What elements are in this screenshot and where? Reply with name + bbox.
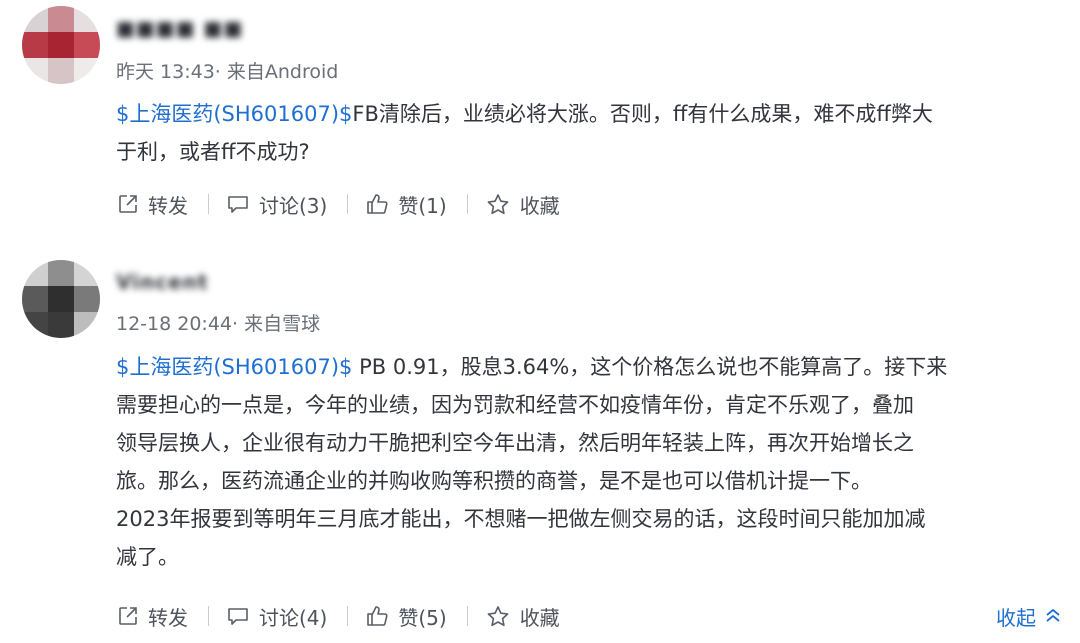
divider (208, 194, 209, 214)
author-name[interactable]: Vincent ■■■■■ing (116, 270, 336, 292)
like-button[interactable]: 赞(1) (366, 190, 447, 219)
like-label: 赞(1) (398, 193, 447, 218)
divider (347, 606, 349, 626)
body-line: PB 0.91，股息3.64%，这个价格怎么说也不能算高了。接下来 (352, 355, 948, 379)
body-line: 2023年报要到等明年三月底才能出，不想赌一把做左侧交易的话，这段时间只能加加减 (116, 507, 926, 531)
discuss-button[interactable]: 讨论(3) (227, 190, 327, 219)
star-icon (486, 193, 510, 215)
body-line: 需要担心的一点是，今年的业绩，因为罚款和经营不如疫情年份，肯定不乐观了，叠加 (116, 393, 914, 417)
forward-icon (118, 194, 138, 214)
post-1: ■■■■ ■■ ■ 4X 昨天 13:43· 来自Android $上海医药(S… (0, 0, 1080, 240)
discuss-label: 讨论(4) (259, 605, 328, 630)
action-bar: 转发 讨论(4) 赞(5) 收藏 (118, 599, 560, 633)
stock-link[interactable]: $上海医药(SH601607)$ (116, 355, 352, 379)
post-meta: 昨天 13:43· 来自Android (116, 61, 339, 83)
collapse-button[interactable]: 收起 (996, 602, 1062, 631)
forward-button[interactable]: 转发 (118, 602, 188, 631)
divider (208, 606, 209, 626)
divider (466, 194, 468, 214)
thumbs-up-icon (366, 605, 388, 627)
forward-button[interactable]: 转发 (118, 190, 188, 219)
divider (466, 606, 468, 626)
favorite-button[interactable]: 收藏 (486, 602, 560, 631)
stock-link[interactable]: $上海医药(SH601607)$ (116, 102, 352, 126)
forward-label: 转发 (148, 605, 188, 630)
body-line: 于利，或者ff不成功? (116, 140, 310, 164)
avatar[interactable] (22, 6, 100, 84)
post-meta: 12-18 20:44· 来自雪球 (116, 313, 321, 335)
forward-label: 转发 (148, 193, 188, 218)
body-line: FB清除后，业绩必将大涨。否则，ff有什么成果，难不成ff弊大 (352, 102, 933, 126)
like-button[interactable]: 赞(5) (366, 602, 447, 631)
thumbs-up-icon (366, 193, 388, 215)
discuss-button[interactable]: 讨论(4) (227, 602, 327, 631)
action-bar: 转发 讨论(3) 赞(1) 收藏 (118, 187, 560, 221)
favorite-label: 收藏 (519, 605, 560, 630)
favorite-button[interactable]: 收藏 (486, 190, 560, 219)
body-line: 旅。那么，医药流通企业的并购收购等积攒的商誉，是不是也可以借机计提一下。 (116, 469, 872, 493)
body-line: 减了。 (116, 545, 179, 569)
comment-icon (227, 194, 249, 214)
star-icon (486, 605, 510, 627)
divider (347, 194, 349, 214)
chevron-up-icon (1044, 605, 1062, 629)
forward-icon (118, 606, 138, 626)
author-name[interactable]: ■■■■ ■■ ■ 4X (116, 16, 246, 38)
like-label: 赞(5) (398, 605, 447, 630)
favorite-label: 收藏 (519, 193, 560, 218)
post-body: $上海医药(SH601607)$ PB 0.91，股息3.64%，这个价格怎么说… (116, 348, 947, 576)
comment-icon (227, 606, 249, 626)
body-line: 领导层换人，企业很有动力干脆把利空今年出清，然后明年轻装上阵，再次开始增长之 (116, 431, 914, 455)
collapse-label: 收起 (996, 606, 1036, 630)
post-2: Vincent ■■■■■ing 12-18 20:44· 来自雪球 $上海医药… (0, 250, 1080, 643)
avatar[interactable] (22, 260, 100, 338)
post-body: $上海医药(SH601607)$FB清除后，业绩必将大涨。否则，ff有什么成果，… (116, 95, 933, 171)
discuss-label: 讨论(3) (259, 193, 328, 218)
